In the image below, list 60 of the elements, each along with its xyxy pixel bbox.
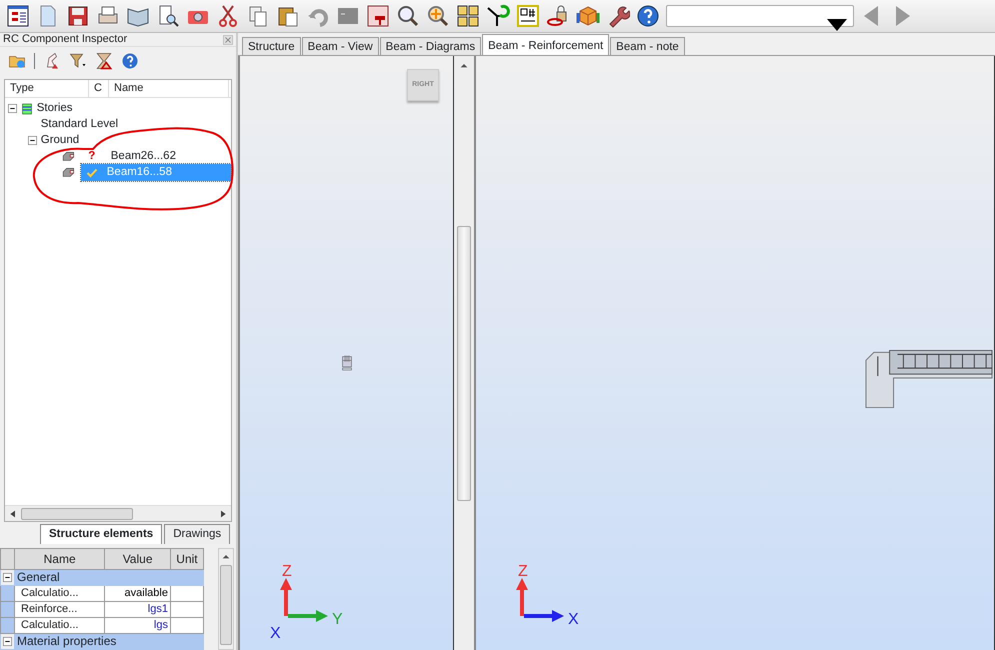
scissors-icon[interactable] — [216, 4, 240, 28]
group-header[interactable]: General — [14, 570, 204, 586]
column-header: Type — [5, 80, 89, 97]
axis-label: X — [568, 611, 579, 628]
panel-tab[interactable]: Structure elements — [40, 524, 162, 544]
view-tools-icon[interactable] — [456, 4, 480, 28]
document-tab[interactable]: Beam - Reinforcement — [482, 34, 610, 55]
scroll-up-icon[interactable] — [460, 62, 468, 70]
3d-box-icon[interactable] — [576, 4, 600, 28]
axis-label: Z — [518, 563, 528, 580]
column-header: Name — [14, 548, 105, 570]
help-icon[interactable] — [636, 4, 660, 28]
close-icon[interactable] — [223, 34, 233, 44]
document-tab[interactable]: Beam - note — [610, 37, 685, 55]
tree-item[interactable]: Standard Level — [40, 116, 118, 134]
filter-icon[interactable] — [69, 52, 87, 70]
collapse-icon[interactable] — [28, 136, 37, 146]
tree-item[interactable]: Stories — [36, 100, 73, 118]
tree-item[interactable]: Ground — [40, 132, 80, 150]
stories-icon — [20, 102, 33, 116]
property-value: available — [104, 586, 170, 602]
scroll-up-icon[interactable] — [222, 553, 230, 561]
tree-item[interactable]: Beam26...62 — [106, 148, 231, 166]
beam-icon — [60, 150, 77, 164]
property-name: Calculatio... — [14, 586, 105, 602]
hourglass-icon[interactable] — [95, 52, 113, 70]
panel-tab[interactable]: Drawings — [164, 524, 230, 544]
scrollbar-thumb[interactable] — [220, 565, 232, 645]
property-name: Calculatio... — [14, 618, 105, 634]
scrollbar-thumb[interactable] — [457, 226, 471, 501]
panel-title: RC Component Inspector — [3, 32, 128, 48]
collapse-icon[interactable] — [3, 573, 12, 582]
scroll-right-icon[interactable] — [219, 510, 227, 518]
status-mark: ? — [88, 149, 96, 164]
column-header: Value — [104, 548, 170, 570]
scrollbar-thumb[interactable] — [21, 508, 133, 520]
table-icon[interactable] — [366, 4, 390, 28]
axis-label: X — [270, 625, 281, 642]
property-name: Reinforce... — [14, 602, 105, 618]
grid-frame-icon[interactable] — [516, 4, 540, 28]
collapse-icon[interactable] — [3, 637, 12, 646]
property-value: lgs1 — [104, 602, 170, 618]
collapse-icon[interactable] — [8, 104, 17, 114]
refresh-node-icon[interactable] — [486, 4, 510, 28]
zoom-pan-icon[interactable] — [426, 4, 450, 28]
document-tab[interactable]: Structure — [242, 37, 301, 55]
document-tab[interactable]: Beam - View — [302, 37, 379, 55]
zoom-icon[interactable] — [396, 4, 420, 28]
column-header: Unit — [170, 548, 204, 570]
group-header[interactable]: Material properties — [14, 634, 204, 650]
column-header: C — [89, 80, 109, 97]
column-header: Name — [109, 80, 229, 97]
beam-icon — [60, 166, 77, 180]
scroll-left-icon[interactable] — [9, 510, 17, 518]
document-tab[interactable]: Beam - Diagrams — [380, 37, 482, 55]
axis-label: Z — [282, 563, 292, 580]
property-value: lgs — [104, 618, 170, 634]
axis-label: Y — [332, 611, 343, 628]
save-icon[interactable] — [66, 4, 90, 28]
tree-view-icon[interactable] — [6, 4, 30, 28]
